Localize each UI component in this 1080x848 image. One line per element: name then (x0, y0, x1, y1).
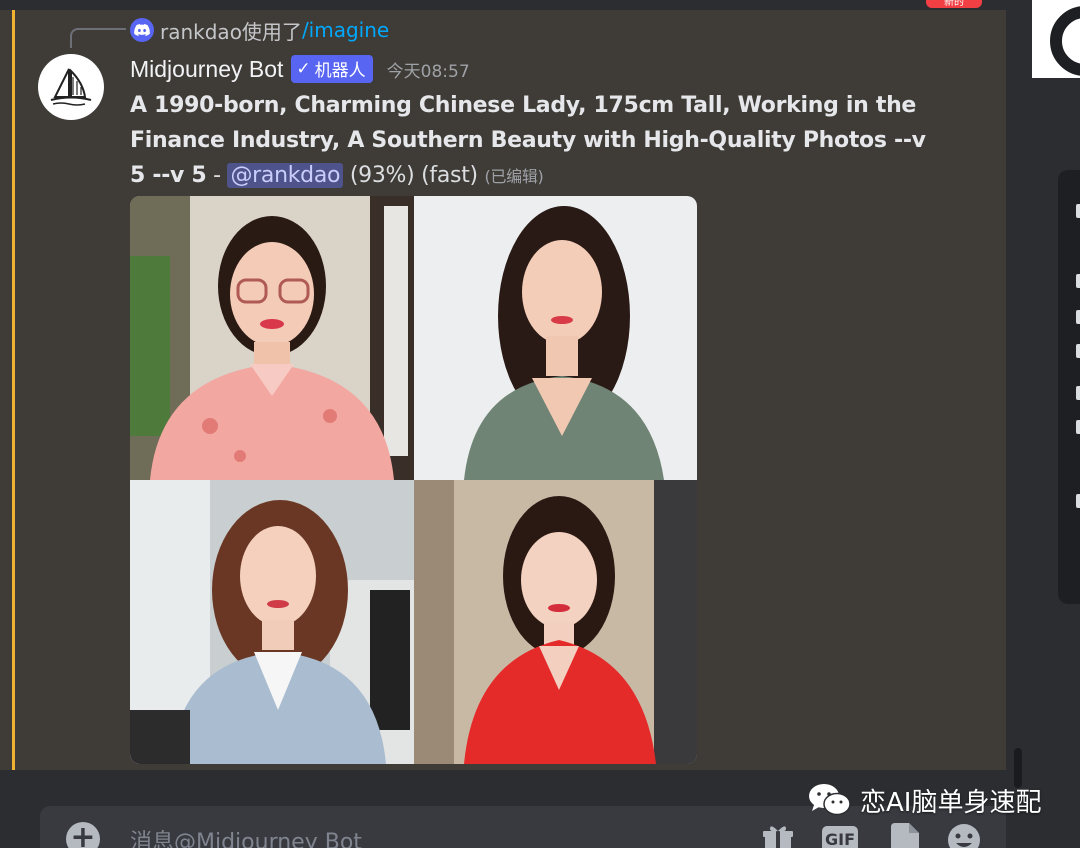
reply-connector (70, 28, 126, 48)
sticker-icon[interactable] (886, 822, 922, 848)
grid-image-1[interactable] (130, 196, 414, 480)
message-content: A 1990-born, Charming Chinese Lady, 175c… (130, 88, 940, 194)
reply-context[interactable]: rankdao使用了/imagine (130, 16, 389, 44)
bot-tag: ✓ 机器人 (291, 55, 373, 83)
pane-top-strip (0, 0, 1006, 10)
grid-image-2[interactable] (414, 196, 697, 480)
new-messages-badge[interactable]: 新的 (926, 0, 982, 8)
wechat-icon (809, 784, 851, 816)
right-card-text (1076, 274, 1080, 288)
message-input[interactable] (130, 824, 690, 848)
watermark-text: 恋AI脑单身速配 (860, 787, 1042, 818)
right-card-text (1076, 310, 1080, 324)
message-header: Midjourney Bot ✓ 机器人 今天08:57 (130, 52, 470, 86)
message-timestamp: 今天08:57 (386, 61, 470, 82)
prompt-separator: - (206, 163, 228, 188)
emoji-icon[interactable] (946, 822, 982, 848)
right-card-text (1076, 420, 1080, 434)
right-card-text (1076, 494, 1080, 508)
sailboat-icon (50, 68, 92, 106)
user-mention[interactable]: @rankdao (227, 163, 344, 188)
verified-check-icon: ✓ (296, 58, 311, 79)
gif-label: GIF (822, 826, 858, 848)
avatar[interactable] (38, 54, 104, 120)
gift-icon[interactable] (760, 822, 796, 848)
author-name[interactable]: Midjourney Bot (130, 56, 283, 83)
discord-icon (130, 18, 154, 42)
right-card-text (1076, 204, 1080, 218)
watermark: 恋AI脑单身速配 (808, 780, 1041, 820)
right-card-text (1076, 386, 1080, 400)
grid-image-3[interactable] (130, 480, 414, 764)
reply-user[interactable]: rankdao使用了 (160, 16, 302, 45)
right-card-text (1076, 344, 1080, 358)
grid-image-4[interactable] (414, 480, 697, 764)
job-status: (93%) (fast) (343, 163, 485, 188)
gif-icon[interactable]: GIF (822, 822, 858, 848)
add-attachment-button[interactable]: + (66, 822, 100, 848)
mention-highlight-bar (12, 10, 15, 770)
reply-command[interactable]: /imagine (302, 18, 389, 42)
image-grid[interactable] (130, 196, 697, 764)
bot-tag-label: 机器人 (314, 61, 366, 81)
edited-marker: (已编辑) (484, 167, 544, 186)
